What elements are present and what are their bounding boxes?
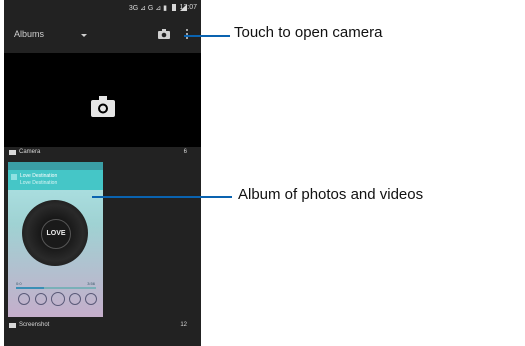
folder-icon bbox=[9, 323, 16, 328]
album-name: Camera bbox=[19, 149, 41, 155]
folder-icon bbox=[9, 150, 16, 155]
album-name: Screenshot bbox=[19, 322, 50, 328]
total-time: 3:56 bbox=[87, 281, 95, 286]
playback-progress-fill bbox=[16, 287, 44, 289]
shuffle-icon bbox=[85, 293, 97, 305]
next-icon bbox=[69, 293, 81, 305]
album-count: 12 bbox=[180, 322, 187, 328]
elapsed-time: 0:0 bbox=[16, 281, 22, 286]
chevron-down-icon[interactable] bbox=[81, 34, 87, 37]
status-time: 12:07 bbox=[179, 4, 197, 11]
screenshot-album-tile[interactable]: Love Destination Love Destination LOVE 0… bbox=[8, 162, 103, 317]
camera-album-tile[interactable] bbox=[4, 53, 201, 147]
camera-icon bbox=[91, 96, 115, 117]
phone-screen: 3G ⊿ G ⊿ ▮ 12:07 Albums Camera 6 Love De bbox=[4, 0, 201, 346]
vinyl-record-image: LOVE bbox=[22, 200, 88, 266]
screenshot-album-label: Screenshot 12 bbox=[4, 320, 201, 332]
repeat-icon bbox=[18, 293, 30, 305]
camera-album-label: Camera 6 bbox=[4, 147, 201, 159]
camera-callout-text: Touch to open camera bbox=[234, 24, 383, 41]
pause-icon bbox=[51, 292, 65, 306]
camera-callout-line bbox=[184, 35, 230, 37]
camera-icon[interactable] bbox=[158, 29, 170, 39]
back-icon bbox=[11, 174, 17, 180]
previous-icon bbox=[35, 293, 47, 305]
album-count: 6 bbox=[183, 149, 187, 155]
signal-indicator: 3G ⊿ G ⊿ ▮ bbox=[128, 5, 167, 12]
preview-status-bar bbox=[8, 162, 103, 170]
albums-spinner[interactable]: Albums bbox=[14, 29, 44, 39]
status-bar: 3G ⊿ G ⊿ ▮ 12:07 bbox=[4, 0, 201, 18]
playback-controls bbox=[18, 292, 97, 307]
record-label: LOVE bbox=[41, 219, 71, 249]
preview-app-header: Love Destination Love Destination bbox=[8, 170, 103, 190]
battery-icon bbox=[172, 4, 176, 11]
action-bar: Albums bbox=[4, 18, 201, 52]
playback-progress bbox=[16, 287, 96, 289]
album-callout-text: Album of photos and videos bbox=[238, 186, 424, 203]
preview-title: Love Destination bbox=[20, 173, 58, 179]
preview-subtitle: Love Destination bbox=[20, 180, 58, 186]
album-callout-line bbox=[92, 196, 232, 198]
